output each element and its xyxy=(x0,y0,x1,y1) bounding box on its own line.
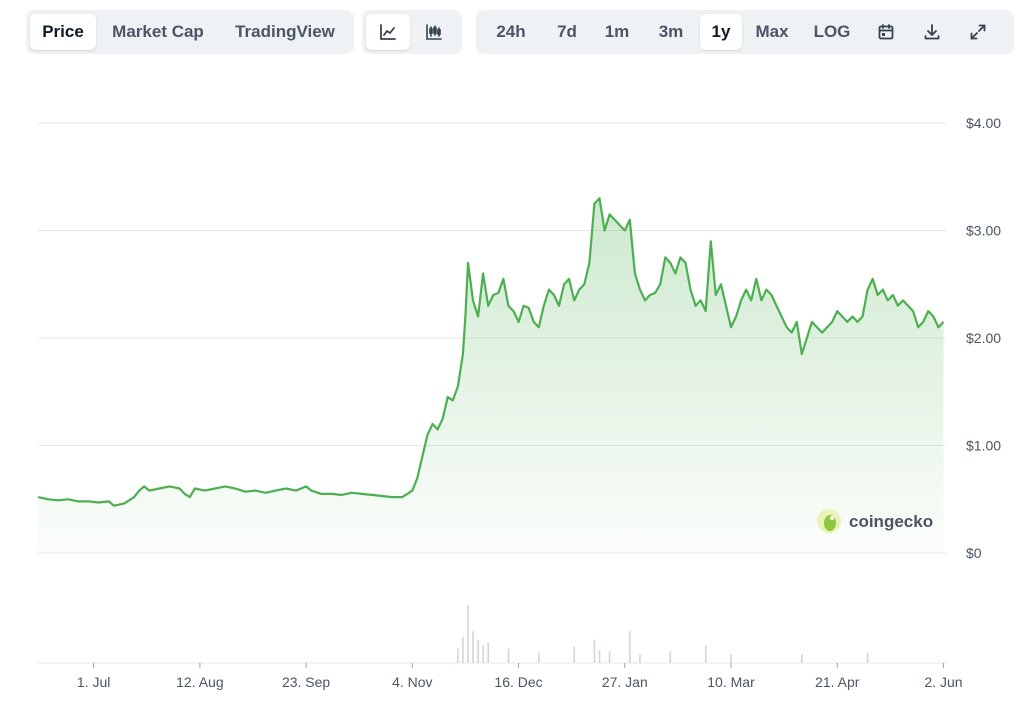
volume-bar xyxy=(866,652,869,663)
volume-bar xyxy=(801,654,803,663)
volume-bar xyxy=(573,646,576,663)
fullscreen-icon xyxy=(970,24,986,40)
volume-bar xyxy=(629,631,631,663)
volume-bar xyxy=(608,651,611,663)
volume-bar xyxy=(472,631,474,663)
tab-market-cap[interactable]: Market Cap xyxy=(98,14,218,50)
gecko-logo-body-icon xyxy=(824,515,836,531)
x-axis: 1. Jul 12. Aug 23. Sep 4. Nov 16. Dec 27. Jan… xyxy=(77,663,963,690)
volume-bar xyxy=(593,639,596,663)
tab-tradingview[interactable]: TradingView xyxy=(220,14,350,50)
chart-type-group xyxy=(362,10,462,54)
range-group: 24h 7d 1m 3m 1y Max LOG xyxy=(476,10,1014,54)
volume-bar xyxy=(669,651,672,663)
x-tick-label: 4. Nov xyxy=(392,674,432,690)
x-tick-label: 23. Sep xyxy=(282,674,330,690)
range-1y[interactable]: 1y xyxy=(700,14,742,50)
line-chart-button[interactable] xyxy=(366,14,410,50)
x-tick-label: 27. Jan xyxy=(602,674,648,690)
range-7d[interactable]: 7d xyxy=(544,14,590,50)
chart-toolbar: Price Market Cap TradingView 24h 7d 1m 3… xyxy=(0,10,1024,54)
range-1m[interactable]: 1m xyxy=(592,14,642,50)
volume-bar xyxy=(477,639,479,663)
view-tab-group: Price Market Cap TradingView xyxy=(26,10,354,54)
y-tick-label: $3.00 xyxy=(966,223,1001,239)
candlestick-chart-button[interactable] xyxy=(412,14,456,50)
line-chart-icon xyxy=(380,24,396,40)
fullscreen-button[interactable] xyxy=(956,14,1000,50)
coingecko-watermark: coingecko xyxy=(817,509,933,533)
volume-bar xyxy=(598,650,601,663)
x-tick-label: 21. Apr xyxy=(815,674,860,690)
x-tick-label: 12. Aug xyxy=(176,674,224,690)
volume-bar xyxy=(467,605,469,663)
download-icon xyxy=(924,24,940,40)
volume-bar xyxy=(482,645,484,663)
x-tick-label: 16. Dec xyxy=(494,674,542,690)
volume-bar xyxy=(704,645,707,663)
tab-price[interactable]: Price xyxy=(30,14,96,50)
y-tick-label: $1.00 xyxy=(966,438,1001,454)
volume-bar xyxy=(639,654,641,663)
candlestick-chart-icon xyxy=(426,24,442,40)
watermark-text: coingecko xyxy=(849,512,933,531)
download-button[interactable] xyxy=(910,14,954,50)
x-tick-label: 2. Jun xyxy=(924,674,962,690)
volume-bar xyxy=(507,648,510,663)
range-max[interactable]: Max xyxy=(744,14,800,50)
y-tick-label: $2.00 xyxy=(966,330,1001,346)
calendar-icon xyxy=(878,24,894,40)
volume-bar xyxy=(462,636,464,663)
y-axis: $0 $1.00 $2.00 $3.00 $4.00 xyxy=(966,115,1001,561)
x-tick-label: 10. Mar xyxy=(707,674,755,690)
y-tick-label: $0 xyxy=(966,545,982,561)
range-3m[interactable]: 3m xyxy=(644,14,698,50)
x-tick-label: 1. Jul xyxy=(77,674,110,690)
y-tick-label: $4.00 xyxy=(966,115,1001,131)
range-log[interactable]: LOG xyxy=(802,14,862,50)
volume-bar xyxy=(537,652,540,663)
volume-bar xyxy=(730,654,732,663)
price-chart[interactable]: $0 $1.00 $2.00 $3.00 $4.00 1. Jul 12. Aug 23. … xyxy=(0,60,1024,706)
volume-bar xyxy=(487,642,490,663)
volume-bar xyxy=(457,648,459,663)
price-area xyxy=(38,198,944,554)
volume-bars xyxy=(457,605,869,663)
gecko-logo-eye-icon xyxy=(830,516,834,520)
range-24h[interactable]: 24h xyxy=(480,14,542,50)
calendar-button[interactable] xyxy=(864,14,908,50)
